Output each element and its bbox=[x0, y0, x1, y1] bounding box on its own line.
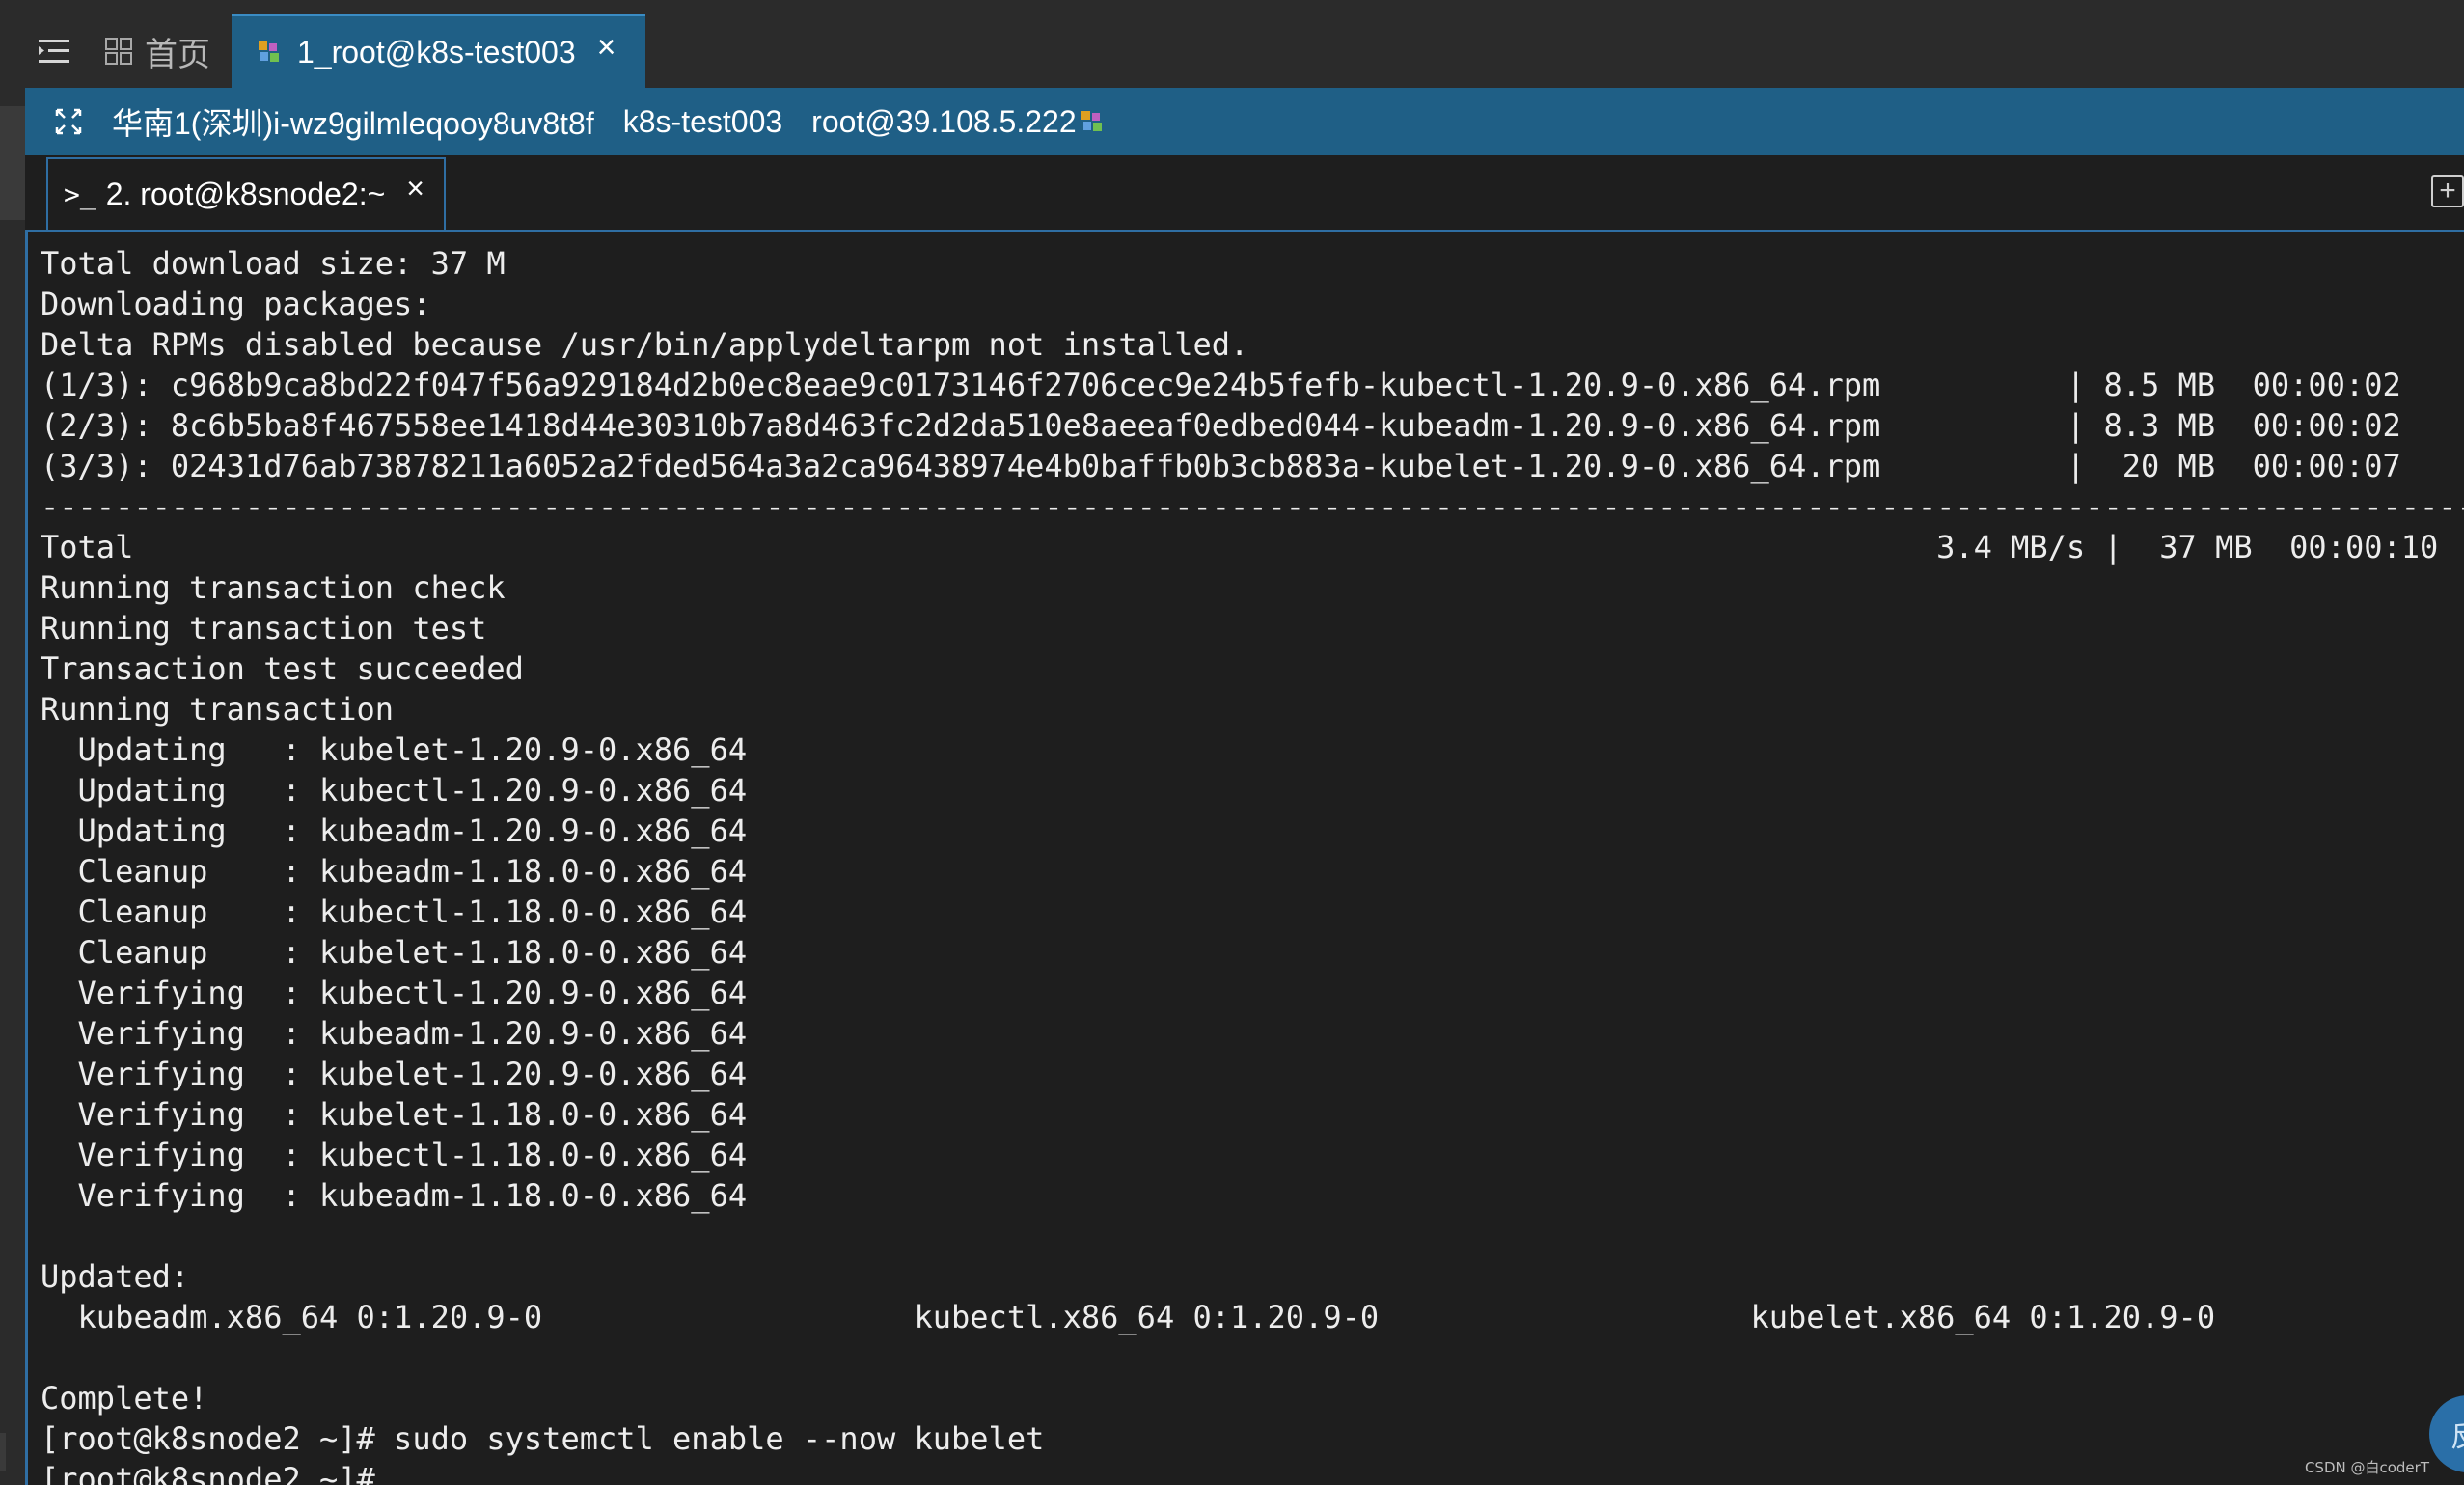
terminal-line: ----------------------------------------… bbox=[41, 488, 2464, 525]
session-tabbar: 首页 1_root@k8s-test003 × bbox=[25, 14, 2464, 88]
tab-home[interactable]: 首页 bbox=[83, 14, 232, 88]
tab-home-label: 首页 bbox=[145, 36, 210, 73]
grid-icon bbox=[105, 38, 132, 65]
expand-icon bbox=[55, 108, 82, 135]
terminal-line: Updating : kubeadm-1.20.9-0.x86_64 bbox=[41, 812, 748, 849]
instance-id-text: 华南1(深圳)i-wz9gilmleqooy8uv8t8f bbox=[112, 106, 594, 141]
tab-terminal-label: 2. root@k8snode2:~ bbox=[105, 177, 386, 211]
terminal-line: Verifying : kubeadm-1.20.9-0.x86_64 bbox=[41, 1015, 748, 1052]
expand-button[interactable] bbox=[25, 107, 112, 136]
close-icon[interactable]: × bbox=[597, 29, 616, 67]
tab-session[interactable]: 1_root@k8s-test003 × bbox=[232, 14, 645, 88]
gutter-handle-lower[interactable] bbox=[0, 1433, 6, 1471]
add-tab-button[interactable]: + bbox=[2431, 175, 2464, 207]
terminal-line: Verifying : kubelet-1.20.9-0.x86_64 bbox=[41, 1056, 748, 1092]
hostname-text: k8s-test003 bbox=[622, 103, 783, 139]
terminal-line: Updating : kubelet-1.20.9-0.x86_64 bbox=[41, 731, 748, 768]
terminal-line: Cleanup : kubeadm-1.18.0-0.x86_64 bbox=[41, 853, 748, 890]
terminal-line: Total download size: 37 M bbox=[41, 245, 506, 282]
float-button-label: 反 bbox=[2450, 1413, 2464, 1455]
terminal-line: (2/3): 8c6b5ba8f467558ee1418d44e30310b7a… bbox=[41, 407, 2401, 444]
session-badge-icon bbox=[1079, 107, 1106, 136]
terminal-text: Total download size: 37 M Downloading pa… bbox=[41, 243, 2464, 1485]
terminal-line: Verifying : kubectl-1.20.9-0.x86_64 bbox=[41, 975, 748, 1011]
terminal-line: Verifying : kubectl-1.18.0-0.x86_64 bbox=[41, 1137, 748, 1173]
user-ip-text: root@39.108.5.222 bbox=[811, 103, 1077, 139]
terminal-line: (3/3): 02431d76ab73878211a6052a2fded564a… bbox=[41, 448, 2401, 484]
terminal-line: [root@k8snode2 ~]# bbox=[41, 1461, 375, 1485]
terminal-line: Transaction test succeeded bbox=[41, 650, 524, 687]
terminal-line: (1/3): c968b9ca8bd22f047f56a929184d2b0ec… bbox=[41, 367, 2401, 403]
window-top-strip bbox=[0, 0, 2464, 14]
terminal-line: kubeadm.x86_64 0:1.20.9-0 kubectl.x86_64… bbox=[41, 1299, 2216, 1335]
close-icon[interactable]: × bbox=[406, 171, 424, 206]
terminal-prompt-icon: >_ bbox=[64, 179, 96, 210]
terminal-line: [root@k8snode2 ~]# sudo systemctl enable… bbox=[41, 1420, 1045, 1457]
terminal-line: Downloading packages: bbox=[41, 286, 431, 322]
tab-session-label: 1_root@k8s-test003 bbox=[297, 34, 576, 69]
watermark: CSDN @白coderT bbox=[2304, 1459, 2429, 1476]
menu-icon bbox=[39, 40, 69, 63]
terminal-line: Running transaction check bbox=[41, 569, 506, 606]
terminal-output[interactable]: Total download size: 37 M Downloading pa… bbox=[25, 232, 2464, 1485]
gutter-handle[interactable] bbox=[0, 106, 25, 220]
tab-terminal-2[interactable]: >_ 2. root@k8snode2:~ × bbox=[46, 157, 446, 230]
connection-infobar: 华南1(深圳)i-wz9gilmleqooy8uv8t8f k8s-test00… bbox=[25, 88, 2464, 155]
terminal-line: Verifying : kubelet-1.18.0-0.x86_64 bbox=[41, 1096, 748, 1133]
terminal-line: Running transaction bbox=[41, 691, 395, 728]
terminal-line: Updating : kubectl-1.20.9-0.x86_64 bbox=[41, 772, 748, 809]
left-gutter bbox=[0, 14, 25, 1485]
terminal-line: Running transaction test bbox=[41, 610, 487, 646]
menu-button[interactable] bbox=[25, 14, 83, 88]
session-badge-icon bbox=[259, 41, 279, 62]
add-tab-icon: + bbox=[2439, 175, 2456, 206]
terminal-line: Delta RPMs disabled because /usr/bin/app… bbox=[41, 326, 1249, 363]
terminal-line: Complete! bbox=[41, 1380, 208, 1416]
terminal-tabbar: >_ 2. root@k8snode2:~ × + bbox=[25, 155, 2464, 232]
terminal-line: Cleanup : kubectl-1.18.0-0.x86_64 bbox=[41, 894, 748, 930]
terminal-line: Total 3.4 MB/s | 37 MB 00:00:10 bbox=[41, 529, 2439, 565]
terminal-line: Updated: bbox=[41, 1258, 190, 1295]
terminal-line: Cleanup : kubelet-1.18.0-0.x86_64 bbox=[41, 934, 748, 971]
terminal-line: Verifying : kubeadm-1.18.0-0.x86_64 bbox=[41, 1177, 748, 1214]
